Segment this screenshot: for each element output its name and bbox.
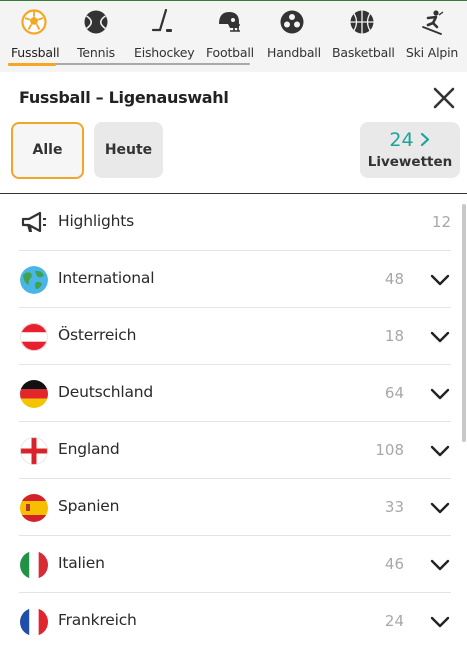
chevron-down-icon[interactable] (429, 611, 451, 633)
sport-tab-tennis[interactable]: Tennis (76, 9, 116, 65)
chevron-down-icon[interactable] (429, 554, 451, 576)
league-row-frankreich[interactable]: Frankreich 24 (18, 593, 451, 650)
live-bets-button[interactable]: 24 Livewetten (360, 122, 460, 178)
live-count-value: 24 (389, 129, 414, 151)
germany-flag-icon (20, 380, 48, 408)
league-count: 64 (384, 384, 404, 402)
league-name: Spanien (58, 497, 120, 515)
league-count: 24 (384, 612, 404, 630)
live-label: Livewetten (367, 154, 453, 170)
france-flag-icon (20, 608, 48, 636)
league-row-international[interactable]: International 48 (18, 251, 451, 308)
chevron-right-icon (420, 132, 429, 147)
italy-flag-icon (20, 551, 48, 579)
league-list: Highlights 12 International 48 Österreic… (0, 194, 467, 650)
football-helmet-icon (219, 12, 240, 32)
league-name: International (58, 269, 155, 287)
league-selection-header: Fussball – Ligenauswahl Alle Heute 24 Li… (0, 72, 467, 194)
skier-icon (422, 10, 444, 35)
league-row-italien[interactable]: Italien 46 (18, 536, 451, 593)
sport-label: Ski Alpin (405, 45, 459, 60)
tennis-ball-icon (84, 10, 108, 34)
sport-label: Handball (267, 45, 321, 60)
league-row-deutschland[interactable]: Deutschland 64 (18, 365, 451, 422)
page-title: Fussball – Ligenauswahl (19, 88, 229, 107)
league-row-highlights[interactable]: Highlights 12 (18, 194, 451, 251)
sport-tab-football[interactable]: Football (206, 9, 254, 65)
hockey-stick-icon (151, 9, 172, 32)
league-name: Österreich (58, 326, 137, 344)
close-icon[interactable] (430, 84, 458, 112)
sport-label: Tennis (77, 45, 115, 60)
league-name: Highlights (58, 212, 135, 230)
sport-label: Eishockey (134, 45, 195, 60)
sport-label: Football (206, 45, 254, 60)
sport-navigation: Fussball Tennis Eishockey Football Handb… (0, 0, 467, 72)
chevron-down-icon[interactable] (429, 497, 451, 519)
spain-flag-icon (20, 494, 48, 522)
league-row-oesterreich[interactable]: Österreich 18 (18, 308, 451, 365)
sport-tab-eishockey[interactable]: Eishockey (134, 9, 195, 65)
sport-label: Fussball (11, 45, 60, 60)
league-count: 12 (431, 213, 451, 231)
basketball-icon (350, 10, 374, 34)
league-count: 18 (384, 327, 404, 345)
globe-icon (20, 266, 48, 294)
league-name: Deutschland (58, 383, 154, 401)
filter-all-button[interactable]: Alle (11, 122, 84, 179)
active-sport-indicator (8, 63, 56, 66)
filter-today-button[interactable]: Heute (94, 122, 163, 178)
austria-flag-icon (20, 323, 48, 351)
league-count: 108 (375, 441, 404, 459)
soccer-ball-icon (21, 9, 47, 35)
league-name: England (58, 440, 120, 458)
league-count: 48 (384, 270, 404, 288)
sport-tab-ski-alpin[interactable]: Ski Alpin (404, 9, 460, 65)
league-name: Italien (58, 554, 105, 572)
england-flag-icon (20, 437, 48, 465)
sport-label: Basketball (332, 45, 395, 60)
sport-tab-basketball[interactable]: Basketball (332, 9, 395, 65)
chevron-down-icon[interactable] (429, 269, 451, 291)
live-count: 24 (360, 128, 460, 152)
handball-icon (280, 10, 304, 34)
league-count: 46 (384, 555, 404, 573)
list-scrollbar[interactable] (462, 204, 466, 442)
megaphone-icon (21, 211, 46, 233)
sport-tab-fussball[interactable]: Fussball (11, 9, 60, 65)
league-row-england[interactable]: England 108 (18, 422, 451, 479)
chevron-down-icon[interactable] (429, 383, 451, 405)
league-row-spanien[interactable]: Spanien 33 (18, 479, 451, 536)
league-count: 33 (384, 498, 404, 516)
chevron-down-icon[interactable] (429, 326, 451, 348)
chevron-down-icon[interactable] (429, 440, 451, 462)
league-name: Frankreich (58, 611, 137, 629)
sport-tab-handball[interactable]: Handball (267, 9, 321, 65)
